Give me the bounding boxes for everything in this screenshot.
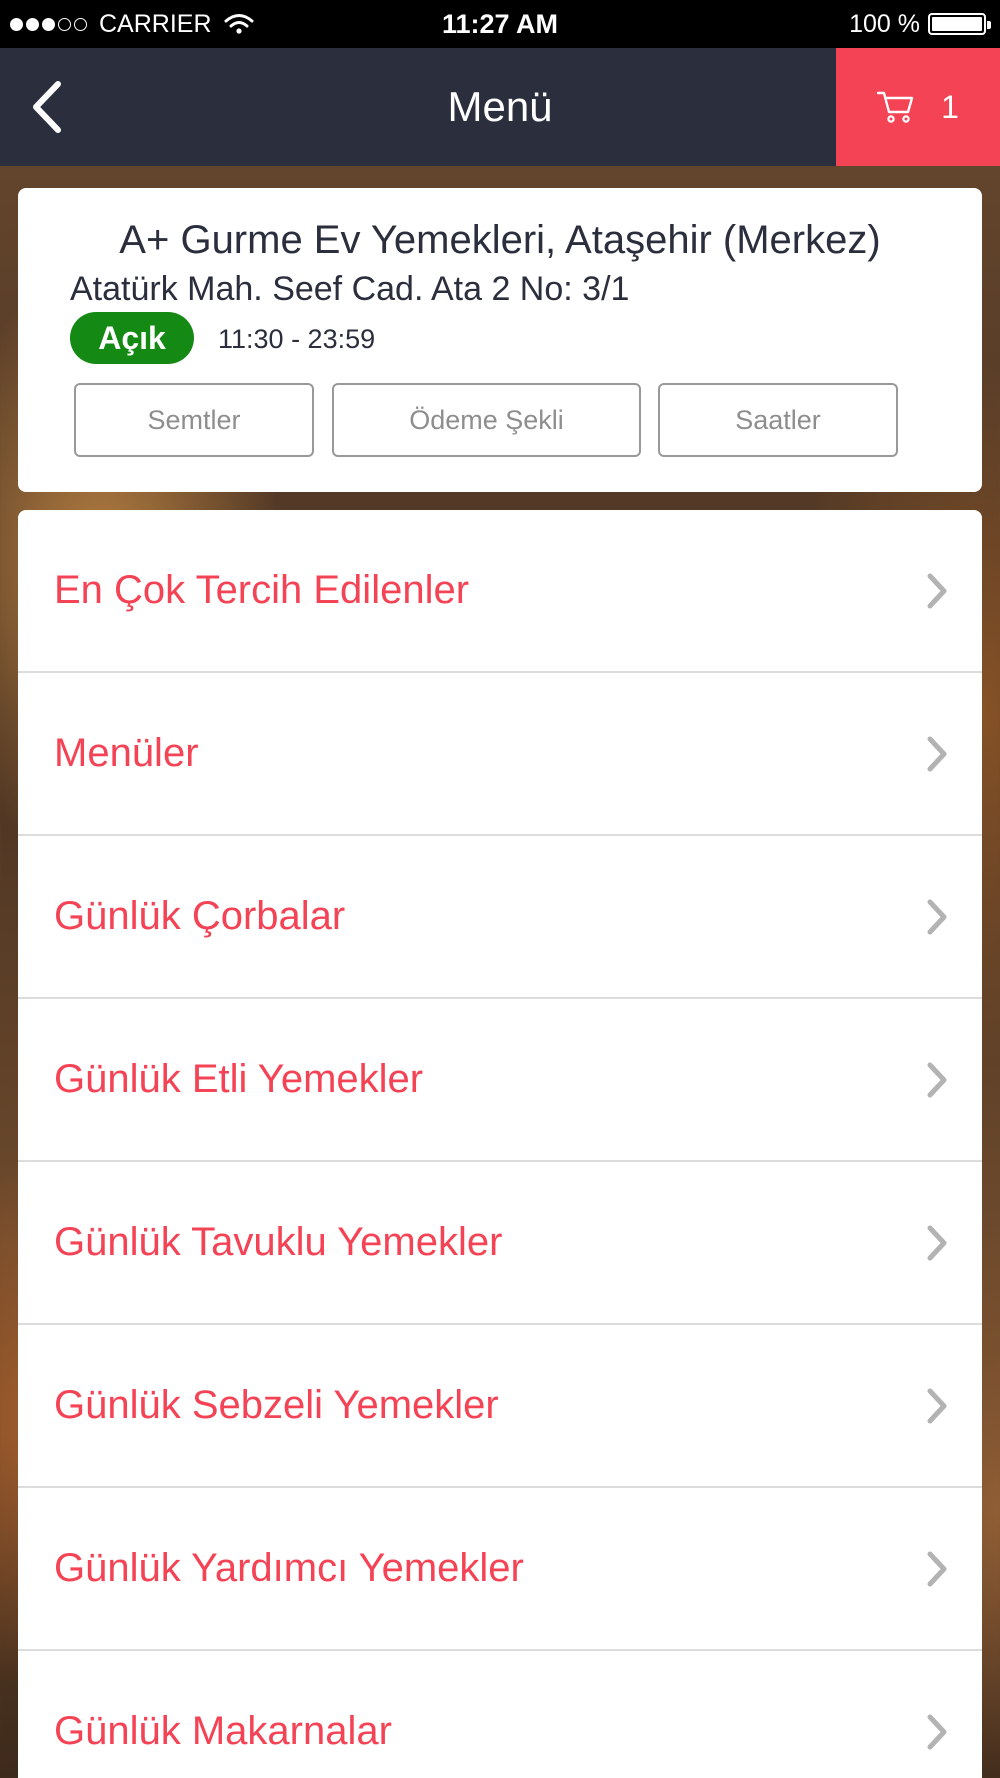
- nav-bar: Menü 1: [0, 48, 1000, 166]
- menu-category-label: Günlük Çorbalar: [54, 893, 346, 938]
- menu-category-item[interactable]: Günlük Sebzeli Yemekler: [18, 1325, 982, 1488]
- cart-icon: [877, 91, 914, 123]
- menu-category-list: En Çok Tercih Edilenler Menüler Günlük Ç…: [18, 510, 982, 1778]
- status-badge: Açık: [70, 312, 194, 364]
- menu-category-item[interactable]: Günlük Etli Yemekler: [18, 999, 982, 1162]
- chevron-right-icon: [927, 1062, 947, 1098]
- restaurant-name: A+ Gurme Ev Yemekleri, Ataşehir (Merkez): [119, 218, 881, 262]
- status-right: 100 %: [849, 0, 991, 48]
- chevron-right-icon: [927, 899, 947, 935]
- battery-icon: [928, 13, 991, 35]
- status-bar: CARRIER 11:27 AM 100 %: [0, 0, 1000, 48]
- menu-category-label: Menüler: [54, 730, 199, 775]
- menu-category-item[interactable]: Günlük Tavuklu Yemekler: [18, 1162, 982, 1325]
- battery-percent: 100 %: [849, 9, 920, 38]
- chevron-right-icon: [927, 1551, 947, 1587]
- menu-category-label: Günlük Tavuklu Yemekler: [54, 1219, 503, 1264]
- cart-button[interactable]: 1: [836, 48, 1000, 166]
- page-title: Menü: [447, 83, 553, 130]
- chevron-right-icon: [927, 736, 947, 772]
- chevron-right-icon: [927, 573, 947, 609]
- districts-button[interactable]: Semtler: [74, 383, 314, 457]
- menu-category-item[interactable]: Menüler: [18, 673, 982, 836]
- menu-category-label: En Çok Tercih Edilenler: [54, 567, 470, 612]
- opening-hours: 11:30 - 23:59: [218, 324, 376, 354]
- menu-category-item[interactable]: Günlük Makarnalar: [18, 1651, 982, 1778]
- back-button[interactable]: [30, 70, 110, 144]
- chevron-right-icon: [927, 1714, 947, 1750]
- menu-category-item[interactable]: Günlük Çorbalar: [18, 836, 982, 999]
- menu-category-item[interactable]: Günlük Yardımcı Yemekler: [18, 1488, 982, 1651]
- restaurant-address: Atatürk Mah. Seef Cad. Ata 2 No: 3/1: [70, 270, 630, 308]
- hours-button[interactable]: Saatler: [658, 383, 898, 457]
- chevron-right-icon: [927, 1388, 947, 1424]
- payment-method-button[interactable]: Ödeme Şekli: [332, 383, 641, 457]
- menu-category-label: Günlük Makarnalar: [54, 1708, 392, 1753]
- restaurant-info-card: A+ Gurme Ev Yemekleri, Ataşehir (Merkez)…: [18, 188, 982, 492]
- chevron-left-icon: [33, 81, 61, 133]
- menu-category-label: Günlük Etli Yemekler: [54, 1056, 424, 1101]
- menu-category-item[interactable]: En Çok Tercih Edilenler: [18, 510, 982, 673]
- menu-category-label: Günlük Sebzeli Yemekler: [54, 1382, 499, 1427]
- menu-category-label: Günlük Yardımcı Yemekler: [54, 1545, 524, 1590]
- cart-count: 1: [941, 88, 959, 125]
- chevron-right-icon: [927, 1225, 947, 1261]
